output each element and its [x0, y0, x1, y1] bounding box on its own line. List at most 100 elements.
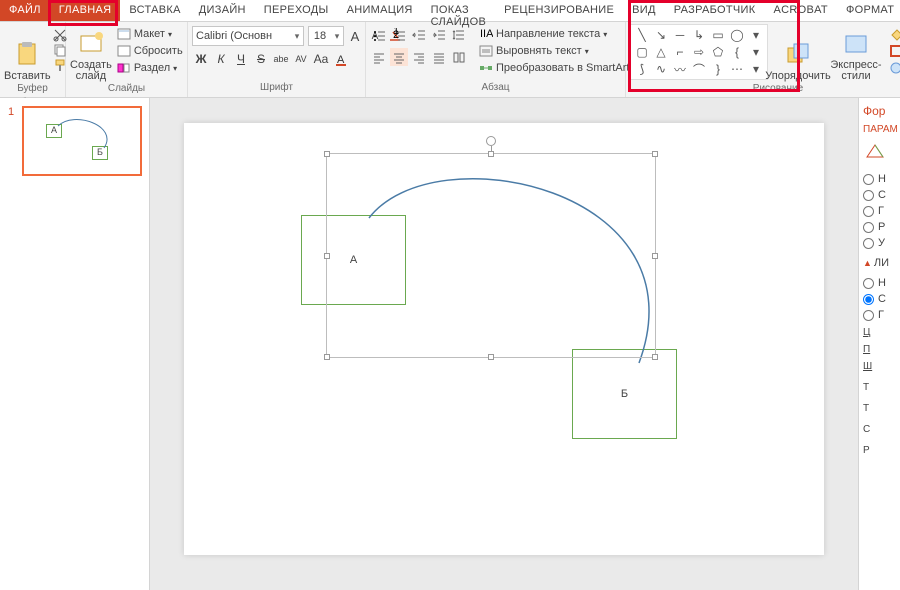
shape-effects-button[interactable]: Эф [886, 60, 900, 76]
handle-ne[interactable] [652, 151, 658, 157]
tab-format[interactable]: ФОРМАТ [837, 0, 900, 21]
arrange-button[interactable]: Упорядочить [770, 24, 826, 82]
font-name-select[interactable]: ▾ [192, 26, 304, 46]
paste-button[interactable]: Вставить [4, 24, 51, 82]
shape-arrow-icon[interactable]: ↘ [652, 27, 670, 43]
shape-arc-icon[interactable]: ⌒ [690, 61, 708, 77]
handle-sw[interactable] [324, 354, 330, 360]
strike-button[interactable]: S [252, 50, 270, 68]
shape-rect-icon[interactable]: ▭ [709, 27, 727, 43]
shadow-button[interactable]: abe [272, 50, 290, 68]
prop-6[interactable]: Р [863, 445, 896, 456]
underline-button[interactable]: Ч [232, 50, 250, 68]
shape-line2-icon[interactable]: ─ [671, 27, 689, 43]
handle-w[interactable] [324, 253, 330, 259]
numbering-button[interactable]: 12 [390, 26, 408, 44]
opt-4[interactable]: У [863, 237, 896, 249]
prop-4[interactable]: Т [863, 403, 896, 414]
align-center-button[interactable] [390, 48, 408, 66]
shape-triangle-icon[interactable]: △ [652, 44, 670, 60]
font-size-select[interactable]: ▾ [308, 26, 344, 46]
copy-icon[interactable] [53, 43, 67, 57]
slide-thumb-1[interactable]: А Б [22, 106, 142, 176]
canvas[interactable]: А Б [150, 98, 858, 590]
shape-line-icon[interactable]: ╲ [633, 27, 651, 43]
opt-0[interactable]: Н [863, 173, 896, 185]
handle-se[interactable] [652, 354, 658, 360]
tab-view[interactable]: ВИД [623, 0, 665, 21]
shape-elbow-icon[interactable]: ⌐ [671, 44, 689, 60]
handle-s[interactable] [488, 354, 494, 360]
tab-review[interactable]: РЕЦЕНЗИРОВАНИЕ [495, 0, 623, 21]
shape-more3-icon[interactable]: ⋯ [728, 61, 746, 77]
columns-button[interactable] [450, 48, 468, 66]
indent-button[interactable] [430, 26, 448, 44]
smartart-button[interactable]: Преобразовать в SmartArt▾ [476, 60, 639, 76]
shape-more2-icon[interactable]: ▾ [747, 44, 765, 60]
shape-curve-icon[interactable]: ⟆ [633, 61, 651, 77]
tab-file[interactable]: ФАЙЛ [0, 0, 50, 21]
prop-3[interactable]: Т [863, 382, 896, 393]
opt-3[interactable]: Р [863, 221, 896, 233]
bold-button[interactable]: Ж [192, 50, 210, 68]
shape-lbrace-icon[interactable]: { [728, 44, 746, 60]
handle-e[interactable] [652, 253, 658, 259]
shape-scribble-icon[interactable]: 〰 [671, 61, 689, 77]
spacing-button[interactable]: AV [292, 50, 310, 68]
reset-button[interactable]: Сбросить [114, 43, 186, 59]
format-painter-icon[interactable] [53, 58, 67, 72]
quick-styles-button[interactable]: Экспресс- стили [828, 24, 884, 82]
tab-design[interactable]: ДИЗАЙН [190, 0, 255, 21]
prop-1[interactable]: П [863, 344, 896, 355]
italic-button[interactable]: К [212, 50, 230, 68]
handle-n[interactable] [488, 151, 494, 157]
shape-arrow2-icon[interactable]: ⇨ [690, 44, 708, 60]
shape-fill-button[interactable]: За [886, 26, 900, 42]
font-color-button[interactable]: A [332, 50, 350, 68]
tab-developer[interactable]: РАЗРАБОТЧИК [665, 0, 765, 21]
prop-5[interactable]: С [863, 424, 896, 435]
font-name-input[interactable] [193, 30, 291, 42]
prop-2[interactable]: Ш [863, 361, 896, 372]
lopt-0[interactable]: Н [863, 277, 896, 289]
lopt-1[interactable]: С [863, 293, 896, 305]
shape-connector-icon[interactable]: ↳ [690, 27, 708, 43]
line-section[interactable]: ▲ЛИ [863, 257, 896, 269]
rotate-handle[interactable] [486, 136, 496, 146]
justify-button[interactable] [430, 48, 448, 66]
tab-insert[interactable]: ВСТАВКА [120, 0, 189, 21]
tab-home[interactable]: ГЛАВНАЯ [50, 0, 121, 21]
opt-2[interactable]: Г [863, 205, 896, 217]
handle-nw[interactable] [324, 151, 330, 157]
grow-font-button[interactable]: A [346, 27, 364, 45]
lopt-2[interactable]: Г [863, 309, 896, 321]
dedent-button[interactable] [410, 26, 428, 44]
opt-1[interactable]: С [863, 189, 896, 201]
layout-button[interactable]: Макет▾ [114, 26, 186, 42]
tab-slideshow[interactable]: ПОКАЗ СЛАЙДОВ [422, 0, 495, 21]
shape-rbrace-icon[interactable]: } [709, 61, 727, 77]
tab-transitions[interactable]: ПЕРЕХОДЫ [255, 0, 338, 21]
text-direction-button[interactable]: ІІАНаправление текста▾ [476, 26, 639, 42]
selection-box[interactable] [326, 153, 656, 358]
align-text-button[interactable]: Выровнять текст▾ [476, 43, 639, 59]
align-left-button[interactable] [370, 48, 388, 66]
shapes-gallery[interactable]: ╲ ↘ ─ ↳ ▭ ◯ ▾ ▢ △ ⌐ ⇨ ⬠ { ▾ ⟆ ∿ 〰 ⌒ } ⋯ [630, 24, 768, 80]
shape-free-icon[interactable]: ∿ [652, 61, 670, 77]
shape-expand-icon[interactable]: ▾ [747, 61, 765, 77]
bullets-button[interactable] [370, 26, 388, 44]
linespacing-button[interactable] [450, 26, 468, 44]
section-button[interactable]: Раздел▾ [114, 60, 186, 76]
new-slide-button[interactable]: Создать слайд [70, 24, 112, 82]
align-right-button[interactable] [410, 48, 428, 66]
tab-acrobat[interactable]: ACROBAT [764, 0, 836, 21]
shape-outline-button[interactable]: Ко [886, 43, 900, 59]
prop-0[interactable]: Ц [863, 327, 896, 338]
shape-star-icon[interactable]: ⬠ [709, 44, 727, 60]
tab-animations[interactable]: АНИМАЦИЯ [338, 0, 422, 21]
cut-icon[interactable] [53, 28, 67, 42]
font-size-input[interactable] [309, 30, 331, 42]
fill-line-tab-icon[interactable] [863, 141, 887, 165]
slide-surface[interactable]: А Б [184, 123, 824, 555]
shape-more1-icon[interactable]: ▾ [747, 27, 765, 43]
